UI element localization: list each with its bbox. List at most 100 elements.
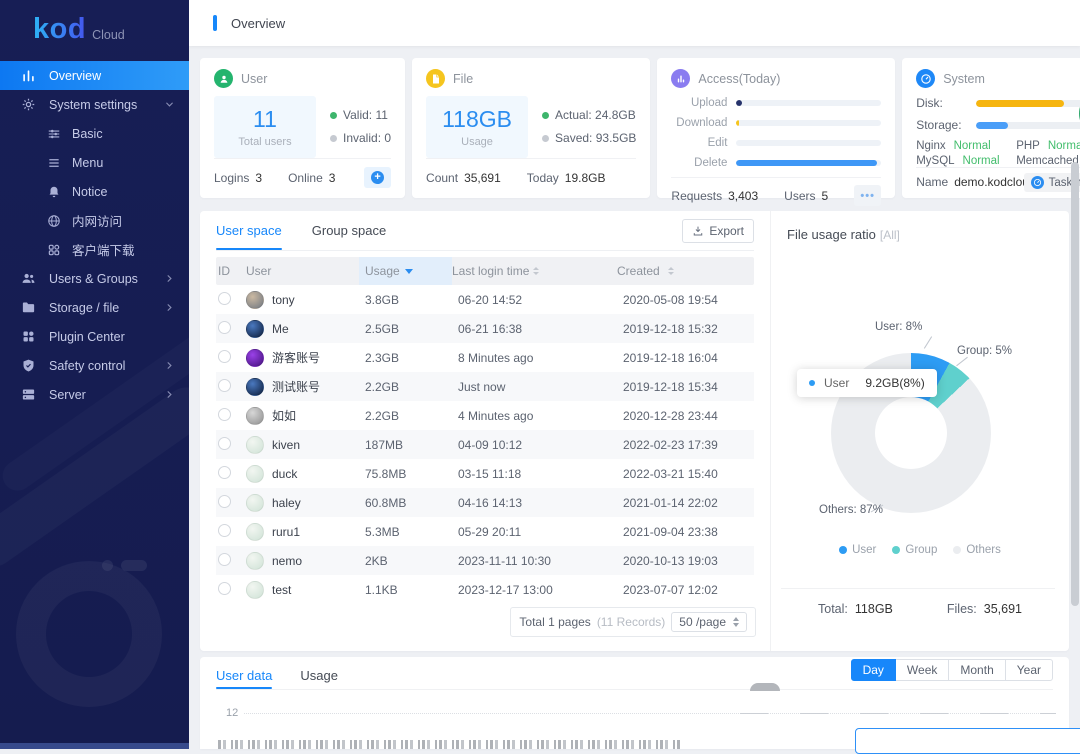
- legend-item-others[interactable]: Others: [953, 544, 1001, 556]
- user-space-section: User space Group space Export ID User Us…: [200, 211, 770, 651]
- sidebar-item-overview[interactable]: Overview: [0, 61, 189, 90]
- avatar: [246, 494, 264, 512]
- server-name: demo.kodcloud.c: [954, 175, 1034, 189]
- stepper-icon: [733, 617, 739, 627]
- more-button[interactable]: •••: [854, 185, 881, 206]
- avatar: [246, 320, 264, 338]
- row-radio[interactable]: [218, 379, 231, 392]
- legend-item-group[interactable]: Group: [892, 544, 937, 556]
- column-user: User: [246, 264, 365, 278]
- requests-value: 3,403: [728, 189, 758, 203]
- donut-title: File usage ratio[All]: [787, 227, 900, 242]
- title-accent-bar: [213, 15, 217, 31]
- table-row[interactable]: 游客账号 2.3GB 8 Minutes ago 2019-12-18 16:0…: [216, 343, 754, 372]
- sidebar-item-menu[interactable]: Menu: [0, 148, 189, 177]
- sidebar: kod Cloud Overview System settings Basic…: [0, 0, 189, 749]
- add-user-button[interactable]: +: [364, 167, 391, 188]
- chevron-right-icon: [164, 389, 175, 400]
- nginx-status: NginxNormal: [916, 140, 1016, 152]
- avatar: [246, 378, 264, 396]
- tab-group-space[interactable]: Group space: [312, 211, 386, 250]
- row-radio[interactable]: [218, 553, 231, 566]
- bell-icon: [47, 185, 61, 199]
- sidebar-item-basic[interactable]: Basic: [0, 119, 189, 148]
- avatar: [246, 465, 264, 483]
- range-year-button[interactable]: Year: [1005, 659, 1053, 681]
- globe-icon: [47, 214, 61, 228]
- sidebar-item-safety-control[interactable]: Safety control: [0, 351, 189, 380]
- scrollbar-thumb[interactable]: [1071, 162, 1079, 606]
- legend-item-user[interactable]: User: [839, 544, 876, 556]
- table-row[interactable]: haley 60.8MB 04-16 14:13 2021-01-14 22:0…: [216, 488, 754, 517]
- users-label: Users: [784, 189, 815, 203]
- tab-usage[interactable]: Usage: [300, 662, 338, 689]
- sidebar-item-server[interactable]: Server: [0, 380, 189, 409]
- sidebar-item-system-settings[interactable]: System settings: [0, 90, 189, 119]
- row-radio[interactable]: [218, 350, 231, 363]
- mysql-status: MySQLNormal: [916, 155, 1016, 167]
- avatar: [246, 552, 264, 570]
- table-row[interactable]: tony 3.8GB 06-20 14:52 2020-05-08 19:54: [216, 285, 754, 314]
- sidebar-item-storage-file[interactable]: Storage / file: [0, 293, 189, 322]
- row-radio[interactable]: [218, 495, 231, 508]
- table-header: ID User Usage Last login time Created: [216, 257, 754, 285]
- gauge-icon: [916, 69, 935, 88]
- range-month-button[interactable]: Month: [948, 659, 1005, 681]
- row-radio[interactable]: [218, 321, 231, 334]
- pagination-total: Total 1 pages: [519, 615, 590, 629]
- column-usage-sorted[interactable]: Usage: [359, 257, 452, 285]
- sidebar-watermark: [121, 560, 147, 571]
- range-day-button[interactable]: Day: [851, 659, 896, 681]
- donut-totals: Total:118GB Files:35,691: [771, 602, 1069, 616]
- per-page-select[interactable]: 50 /page: [671, 612, 747, 632]
- row-radio[interactable]: [218, 524, 231, 537]
- sidebar-nav: Overview System settings Basic Menu Noti…: [0, 61, 189, 409]
- table-row[interactable]: kiven 187MB 04-09 10:12 2022-02-23 17:39: [216, 430, 754, 459]
- top-bar: Overview: [189, 0, 1080, 46]
- usage-value: 118GB: [442, 106, 512, 133]
- tooltip-value: 9.2GB(8%): [865, 376, 924, 390]
- count-label: Count: [426, 171, 458, 185]
- export-button[interactable]: Export: [682, 219, 754, 243]
- table-row[interactable]: Me 2.5GB 06-21 16:38 2019-12-18 15:32: [216, 314, 754, 343]
- requests-label: Requests: [671, 189, 722, 203]
- sidebar-item-intranet-access[interactable]: 内网访问: [0, 206, 189, 235]
- bar-chart-icon: [671, 69, 690, 88]
- sidebar-item-plugin-center[interactable]: Plugin Center: [0, 322, 189, 351]
- user-circle-icon: [214, 69, 233, 88]
- donut-legend: User Group Others: [771, 544, 1069, 556]
- stat-cards-row: User 11 Total users Valid: 11 Invalid: 0…: [200, 58, 1069, 198]
- logo-suffix: Cloud: [92, 28, 125, 42]
- row-radio[interactable]: [218, 582, 231, 595]
- range-week-button[interactable]: Week: [895, 659, 949, 681]
- green-dot: [330, 112, 337, 119]
- chevron-right-icon: [164, 302, 175, 313]
- row-radio[interactable]: [218, 408, 231, 421]
- tab-user-data[interactable]: User data: [216, 662, 272, 689]
- avatar: [246, 291, 264, 309]
- column-last-login[interactable]: Last login time: [452, 264, 617, 278]
- total-users-value: 11: [253, 106, 277, 133]
- sidebar-item-client-download[interactable]: 客户端下载: [0, 235, 189, 264]
- apps-icon: [47, 243, 61, 257]
- avatar: [246, 349, 264, 367]
- row-radio[interactable]: [218, 437, 231, 450]
- card-access: Access(Today) Upload Download Edit Delet…: [657, 58, 895, 198]
- avatar: [246, 407, 264, 425]
- table-row[interactable]: duck 75.8MB 03-15 11:18 2022-03-21 15:40: [216, 459, 754, 488]
- table-row[interactable]: 如如 2.2GB 4 Minutes ago 2020-12-28 23:44: [216, 401, 754, 430]
- table-row[interactable]: nemo 2KB 2023-11-11 10:30 2020-10-13 19:…: [216, 546, 754, 575]
- sidebar-item-notice[interactable]: Notice: [0, 177, 189, 206]
- table-row[interactable]: test 1.1KB 2023-12-17 13:00 2023-07-07 1…: [216, 575, 754, 604]
- row-radio[interactable]: [218, 292, 231, 305]
- table-row[interactable]: 测试账号 2.2GB Just now 2019-12-18 15:34: [216, 372, 754, 401]
- table-row[interactable]: ruru1 5.3MB 05-29 20:11 2021-09-04 23:38: [216, 517, 754, 546]
- time-range-group: Day Week Month Year: [851, 659, 1053, 681]
- row-radio[interactable]: [218, 466, 231, 479]
- sidebar-item-users-groups[interactable]: Users & Groups: [0, 264, 189, 293]
- tab-user-space[interactable]: User space: [216, 211, 282, 250]
- usage-caption: Usage: [461, 136, 493, 148]
- bar-chart-icon: [21, 68, 36, 83]
- collapse-handle[interactable]: [750, 683, 780, 691]
- column-created[interactable]: Created: [617, 264, 754, 278]
